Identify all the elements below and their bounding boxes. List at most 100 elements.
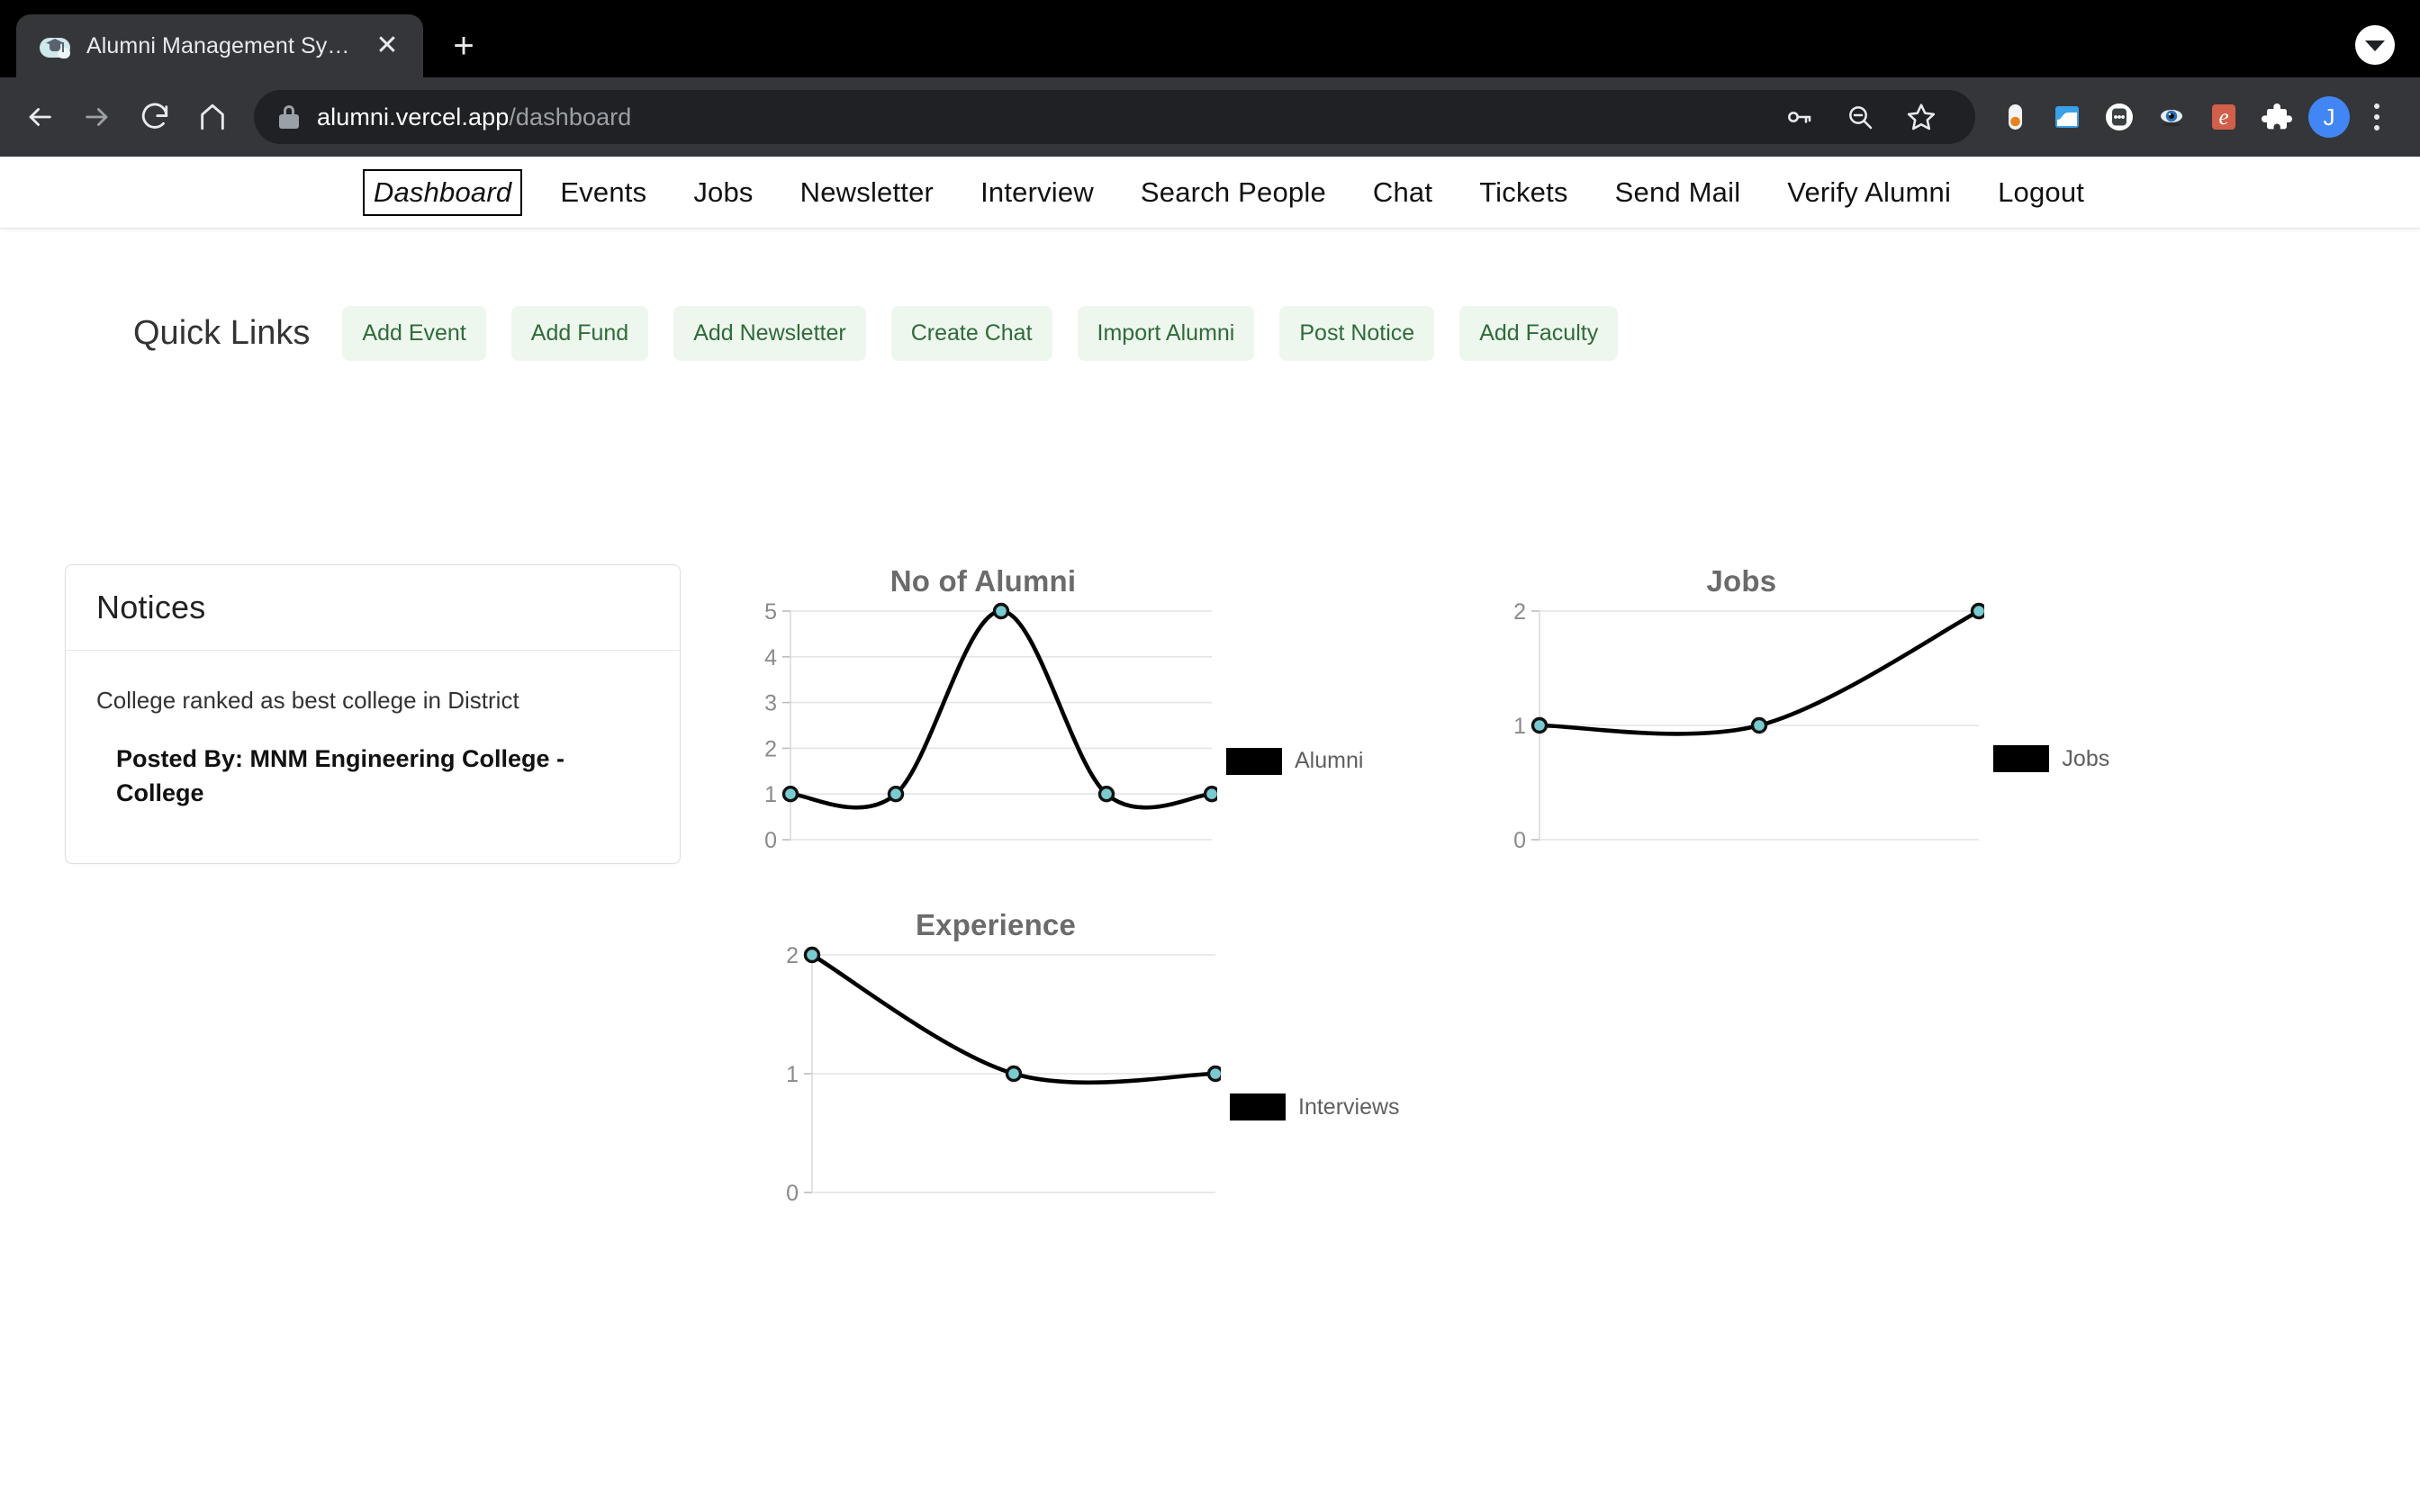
svg-text:3: 3: [764, 691, 777, 716]
url-host: alumni.vercel.app: [317, 104, 509, 130]
browser-window: Alumni Management System ✕ + alumni.verc…: [0, 0, 2420, 1512]
browser-tab[interactable]: Alumni Management System ✕: [16, 14, 423, 77]
svg-text:2: 2: [1514, 602, 1527, 625]
nav-item-dashboard[interactable]: Dashboard: [363, 169, 522, 216]
eye-extension-icon[interactable]: [2148, 94, 2195, 140]
key-icon[interactable]: [1770, 88, 1828, 146]
quick-link-add-faculty[interactable]: Add Faculty: [1459, 306, 1618, 361]
chart-title: Experience: [771, 908, 1221, 942]
nav-item-logout[interactable]: Logout: [1998, 176, 2084, 209]
legend-label: Alumni: [1295, 748, 1363, 774]
chart-title: Jobs: [1498, 564, 1984, 598]
tab-title: Alumni Management System: [86, 33, 353, 59]
chart-plot-area: 0 1 2 3 4 5 Alumni: [749, 602, 1363, 863]
svg-text:1: 1: [786, 1062, 799, 1087]
nav-item-chat[interactable]: Chat: [1373, 176, 1432, 209]
svg-text:5: 5: [764, 602, 777, 625]
quick-link-add-event[interactable]: Add Event: [342, 306, 485, 361]
svg-text:0: 0: [1514, 828, 1527, 853]
charts-top-row: No of Alumni 0 1 2 3 4 5 Alumni Jobs 0 1 2 Jobs: [749, 564, 2420, 863]
main-navigation: Dashboard Events Jobs Newsletter Interview Se…: [0, 157, 2420, 229]
nav-item-tickets[interactable]: Tickets: [1479, 176, 1567, 209]
legend-swatch: [1226, 748, 1282, 775]
legend-label: Interviews: [1298, 1094, 1400, 1120]
chart-experience: Experience 0 1 2 Interviews: [771, 908, 1400, 1216]
chart-plot-area: 0 1 2 Jobs: [1498, 602, 2109, 863]
lower-section: Notices College ranked as best college i…: [0, 564, 2420, 1216]
chart-legend: Jobs: [1993, 745, 2109, 772]
close-icon[interactable]: ✕: [369, 28, 405, 64]
star-icon[interactable]: [1892, 88, 1950, 146]
quick-links-section: Quick Links Add Event Add Fund Add Newslet…: [0, 229, 2420, 361]
url-path: /dashboard: [509, 104, 631, 130]
tab-search-icon[interactable]: [2355, 25, 2395, 65]
nav-item-send-mail[interactable]: Send Mail: [1615, 176, 1741, 209]
toggle-pill-extension-icon[interactable]: [1991, 94, 2038, 140]
quick-links-buttons: Add Event Add Fund Add Newsletter Create Ch…: [342, 306, 1643, 361]
lock-icon: [279, 105, 299, 129]
stat-card-past-events: [807, 444, 1613, 456]
notices-column: Notices College ranked as best college i…: [65, 564, 749, 1216]
reload-icon[interactable]: [126, 88, 184, 146]
notice-text: College ranked as best college in Distri…: [96, 687, 649, 715]
charts-column: No of Alumni 0 1 2 3 4 5 Alumni Jobs 0 1 2 Jobs Exp…: [749, 564, 2420, 1216]
svg-text:4: 4: [764, 645, 777, 670]
stat-card-upcoming-events: [0, 444, 807, 456]
svg-text:2: 2: [786, 946, 799, 968]
nav-item-interview[interactable]: Interview: [980, 176, 1094, 209]
chart-no-of-alumni: No of Alumni 0 1 2 3 4 5 Alumni: [749, 564, 1363, 863]
url-text: alumni.vercel.app/dashboard: [317, 104, 631, 131]
quick-link-add-newsletter[interactable]: Add Newsletter: [673, 306, 866, 361]
blue-chart-extension-icon[interactable]: [2044, 94, 2090, 140]
chart-plot-area: 0 1 2 Interviews: [771, 946, 1400, 1216]
svg-text:1: 1: [1514, 714, 1527, 739]
dots-bubble-extension-icon[interactable]: [2096, 94, 2143, 140]
stats-row: [0, 444, 2420, 456]
svg-text:0: 0: [764, 828, 777, 853]
nav-items: Dashboard Events Jobs Newsletter Interview Se…: [336, 169, 2084, 216]
notices-heading: Notices: [96, 589, 649, 626]
svg-text:0: 0: [786, 1181, 799, 1206]
quick-links-title: Quick Links: [133, 314, 310, 353]
forward-arrow-icon[interactable]: [68, 88, 126, 146]
nav-item-jobs[interactable]: Jobs: [693, 176, 753, 209]
chart-legend: Alumni: [1226, 748, 1363, 775]
nav-item-events[interactable]: Events: [560, 176, 646, 209]
tab-strip: Alumni Management System ✕ +: [0, 0, 2420, 77]
nav-item-verify-alumni[interactable]: Verify Alumni: [1787, 176, 1951, 209]
avatar[interactable]: J: [2308, 96, 2350, 138]
notices-card-body: College ranked as best college in Distri…: [66, 651, 680, 863]
charts-bottom-row: Experience 0 1 2 Interviews: [749, 908, 2420, 1216]
svg-text:e: e: [2218, 105, 2228, 130]
browser-toolbar: alumni.vercel.app/dashboard: [0, 77, 2420, 157]
e-logo-extension-icon[interactable]: e: [2200, 94, 2247, 140]
address-bar[interactable]: alumni.vercel.app/dashboard: [254, 90, 1975, 144]
extensions-row: e: [1991, 94, 2299, 140]
notice-posted-by: Posted By: MNM Engineering College - Col…: [96, 742, 649, 811]
zoom-out-icon[interactable]: [1831, 88, 1889, 146]
dashboard-body: Quick Links Add Event Add Fund Add Newslet…: [0, 229, 2420, 1216]
chart-title: No of Alumni: [749, 564, 1217, 598]
stat-card-student-count: [1613, 444, 2420, 456]
chart-jobs: Jobs 0 1 2 Jobs: [1498, 564, 2109, 863]
legend-swatch: [1993, 745, 2049, 772]
quick-link-import-alumni[interactable]: Import Alumni: [1078, 306, 1255, 361]
legend-label: Jobs: [2062, 746, 2109, 772]
back-arrow-icon[interactable]: [11, 88, 68, 146]
svg-text:2: 2: [764, 736, 777, 761]
new-tab-button[interactable]: +: [438, 20, 490, 72]
nav-item-newsletter[interactable]: Newsletter: [800, 176, 934, 209]
puzzle-extensions-icon[interactable]: [2253, 94, 2299, 140]
nav-item-search-people[interactable]: Search People: [1141, 176, 1326, 209]
page-content: Dashboard Events Jobs Newsletter Interview Se…: [0, 157, 2420, 1512]
kebab-menu-icon[interactable]: [2355, 92, 2398, 142]
home-icon[interactable]: [184, 88, 241, 146]
quick-link-add-fund[interactable]: Add Fund: [511, 306, 648, 361]
svg-text:1: 1: [764, 782, 777, 807]
chart-legend: Interviews: [1230, 1094, 1400, 1120]
legend-swatch: [1230, 1094, 1286, 1120]
quick-link-post-notice[interactable]: Post Notice: [1279, 306, 1434, 361]
omnibox-actions: [1770, 88, 1950, 146]
notices-card: Notices College ranked as best college i…: [65, 564, 681, 864]
quick-link-create-chat[interactable]: Create Chat: [891, 306, 1052, 361]
